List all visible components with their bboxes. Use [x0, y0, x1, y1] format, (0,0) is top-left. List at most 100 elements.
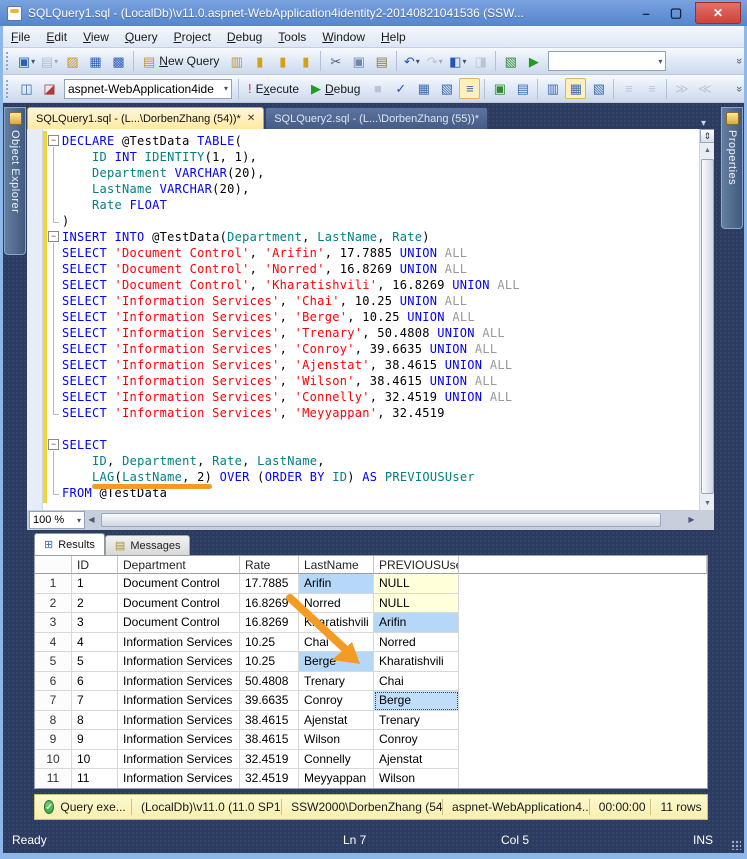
grid-cell[interactable]: 16.8269 — [240, 613, 299, 633]
grid-cell[interactable]: 50.4808 — [240, 671, 299, 691]
row-header[interactable]: 2 — [35, 593, 72, 613]
sidebar-tab-properties[interactable]: Properties — [721, 107, 743, 229]
grid-cell[interactable]: 32.4519 — [240, 749, 299, 769]
grid-cell[interactable]: Information Services — [118, 730, 240, 750]
new-connection-icon[interactable]: ▣ ▾ — [16, 51, 37, 72]
grid-cell[interactable]: 10.25 — [240, 652, 299, 672]
grid-cell[interactable]: 38.4615 — [240, 710, 299, 730]
grid-cell[interactable]: Norred — [374, 632, 459, 652]
xmla-query-icon[interactable]: ▮ — [295, 51, 316, 72]
results-to-grid-icon[interactable]: ▦ — [565, 78, 587, 99]
debug-button[interactable]: ▶ Debug — [305, 80, 366, 98]
grid-cell[interactable]: NULL — [374, 593, 459, 613]
grid-cell[interactable]: 10.25 — [240, 632, 299, 652]
grid-cell[interactable]: 16.8269 — [240, 593, 299, 613]
tab-list-chevron-icon[interactable]: ▾ — [701, 118, 714, 129]
parse-icon[interactable]: ✓ — [390, 78, 411, 99]
scroll-up-icon[interactable]: ▲ — [701, 144, 714, 157]
grid-cell[interactable]: Ajenstat — [299, 710, 374, 730]
grid-cell[interactable]: Chai — [299, 632, 374, 652]
grid-cell[interactable]: Information Services — [118, 691, 240, 711]
horizontal-scroll-track[interactable] — [99, 512, 684, 528]
row-header[interactable]: 6 — [35, 671, 72, 691]
collapse-region-icon[interactable]: − — [48, 135, 59, 146]
available-databases-combo[interactable]: aspnet-WebApplication4ide ▾ — [64, 78, 232, 99]
estimated-plan-icon[interactable]: ▦ — [413, 78, 434, 99]
split-editor-handle[interactable]: ⇕ — [700, 129, 714, 143]
menu-project[interactable]: Project — [166, 28, 219, 46]
column-header-id[interactable]: ID — [72, 556, 118, 574]
grid-cell[interactable]: Chai — [374, 671, 459, 691]
maximize-button[interactable]: ▢ — [661, 5, 691, 21]
menu-help[interactable]: Help — [373, 28, 414, 46]
editor-horizontal-scrollbar[interactable]: 100 % ▾ ◀ ▶ — [27, 510, 714, 530]
scroll-right-icon[interactable]: ▶ — [685, 513, 698, 527]
grid-cell[interactable]: 10 — [72, 749, 118, 769]
titlebar[interactable]: SQLQuery1.sql - (LocalDb)\v11.0.aspnet-W… — [0, 0, 747, 26]
grid-cell[interactable]: 1 — [72, 574, 118, 594]
grid-cell[interactable]: Kharatishvili — [374, 652, 459, 672]
row-header[interactable]: 1 — [35, 574, 72, 594]
document-tab-1[interactable]: SQLQuery1.sql - (L...\DorbenZhang (54))*… — [27, 107, 265, 129]
collapse-region-icon[interactable]: − — [48, 439, 59, 450]
grid-cell[interactable]: Connelly — [299, 749, 374, 769]
grid-cell[interactable]: Information Services — [118, 769, 240, 788]
tab-messages[interactable]: ▤ Messages — [104, 535, 191, 555]
grid-cell[interactable]: Ajenstat — [374, 749, 459, 769]
sidebar-tab-object-explorer[interactable]: Object Explorer — [4, 107, 26, 255]
row-header[interactable]: 7 — [35, 691, 72, 711]
grid-cell[interactable]: Document Control — [118, 593, 240, 613]
tab-results[interactable]: ⊞ Results — [34, 533, 105, 555]
toolbar-overflow-button[interactable]: » — [733, 58, 745, 64]
intellisense-icon[interactable]: ▣ — [489, 78, 510, 99]
row-header[interactable]: 8 — [35, 710, 72, 730]
zoom-level-combo[interactable]: 100 % ▾ — [29, 511, 85, 529]
save-icon[interactable]: ▦ — [85, 51, 106, 72]
grid-cell[interactable]: 3 — [72, 613, 118, 633]
document-tab-2[interactable]: SQLQuery2.sql - (L...\DorbenZhang (55))* — [265, 107, 489, 129]
grid-corner-cell[interactable] — [35, 556, 72, 574]
menu-edit[interactable]: Edit — [38, 28, 75, 46]
column-header-previoususer[interactable]: PREVIOUSUser — [374, 556, 459, 574]
menu-view[interactable]: View — [75, 28, 117, 46]
grid-cell[interactable]: Norred — [299, 593, 374, 613]
snippets-icon[interactable]: ▤ — [512, 78, 533, 99]
grid-cell[interactable]: 7 — [72, 691, 118, 711]
grid-cell[interactable]: Information Services — [118, 671, 240, 691]
grid-cell[interactable]: Document Control — [118, 613, 240, 633]
toolbar-search-combo[interactable]: ▾ — [548, 51, 667, 71]
toolbar-overflow-button[interactable]: » — [733, 85, 745, 91]
grid-cell[interactable]: 2 — [72, 593, 118, 613]
sql-code[interactable]: DECLARE @TestData TABLE( ID INT IDENTITY… — [62, 133, 520, 501]
grid-cell[interactable]: 8 — [72, 710, 118, 730]
results-to-file-icon[interactable]: ▧ — [588, 78, 609, 99]
close-button[interactable]: ✕ — [695, 2, 741, 24]
grid-cell[interactable]: 5 — [72, 652, 118, 672]
grid-cell[interactable]: Information Services — [118, 652, 240, 672]
grid-cell[interactable]: 39.6635 — [240, 691, 299, 711]
column-header-lastname[interactable]: LastName — [299, 556, 374, 574]
grid-cell[interactable]: 32.4519 — [240, 769, 299, 788]
grid-cell[interactable]: Arifin — [299, 574, 374, 594]
row-header[interactable]: 9 — [35, 730, 72, 750]
mdx-query-icon[interactable]: ▮ — [249, 51, 270, 72]
grid-cell[interactable]: 9 — [72, 730, 118, 750]
start-icon[interactable]: ▶ — [523, 51, 544, 72]
menu-file[interactable]: File — [3, 28, 38, 46]
minimize-button[interactable]: – — [631, 6, 661, 21]
open-file-icon[interactable]: ▨ — [62, 51, 83, 72]
copy-icon[interactable]: ▣ — [348, 51, 369, 72]
grid-cell[interactable]: Berge — [299, 652, 374, 672]
row-header[interactable]: 10 — [35, 749, 72, 769]
navigate-backward-icon[interactable]: ◧ ▾ — [447, 51, 468, 72]
save-all-icon[interactable]: ▩ — [108, 51, 129, 72]
grid-cell[interactable]: Kharatishvili — [299, 613, 374, 633]
paste-icon[interactable]: ▤ — [371, 51, 392, 72]
scroll-left-icon[interactable]: ◀ — [85, 513, 98, 527]
row-header[interactable]: 5 — [35, 652, 72, 672]
grid-cell[interactable]: Document Control — [118, 574, 240, 594]
menu-debug[interactable]: Debug — [219, 28, 270, 46]
grid-cell[interactable]: 11 — [72, 769, 118, 788]
cut-icon[interactable]: ✂ — [325, 51, 346, 72]
row-header[interactable]: 4 — [35, 632, 72, 652]
